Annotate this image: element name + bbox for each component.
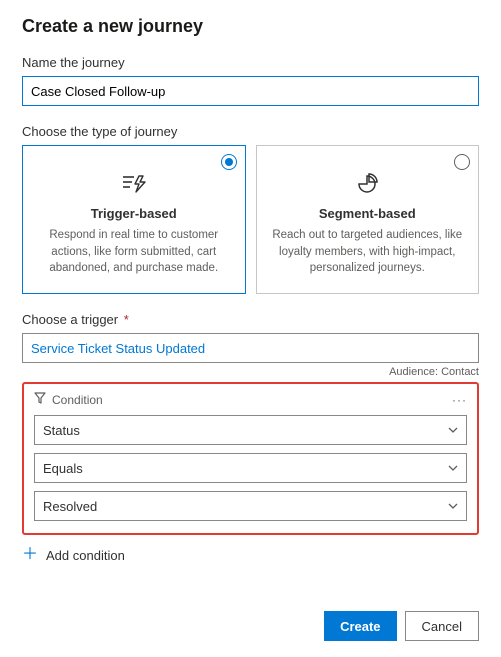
required-asterisk: *	[124, 312, 129, 327]
journey-name-input[interactable]	[22, 76, 479, 106]
condition-value-value: Resolved	[43, 499, 97, 514]
type-card-segment[interactable]: Segment-based Reach out to targeted audi…	[256, 145, 480, 294]
trigger-label: Choose a trigger *	[22, 312, 479, 327]
chevron-down-icon	[448, 501, 458, 511]
condition-panel: Condition ··· Status Equals Resolved	[22, 382, 479, 535]
name-label: Name the journey	[22, 55, 479, 70]
audience-info: Audience: Contact	[22, 366, 479, 378]
radio-segment[interactable]	[454, 154, 470, 170]
type-title-segment: Segment-based	[271, 206, 465, 221]
condition-value-select[interactable]: Resolved	[34, 491, 467, 521]
condition-header-label: Condition	[52, 393, 103, 407]
chevron-down-icon	[448, 425, 458, 435]
type-card-trigger[interactable]: Trigger-based Respond in real time to cu…	[22, 145, 246, 294]
chevron-down-icon	[448, 463, 458, 473]
condition-operator-value: Equals	[43, 461, 83, 476]
trigger-select[interactable]: Service Ticket Status Updated	[22, 333, 479, 363]
create-button[interactable]: Create	[324, 611, 396, 641]
type-label: Choose the type of journey	[22, 124, 479, 139]
filter-icon	[34, 392, 46, 407]
condition-operator-select[interactable]: Equals	[34, 453, 467, 483]
add-condition-button[interactable]: ＋ Add condition	[22, 545, 479, 565]
type-title-trigger: Trigger-based	[37, 206, 231, 221]
trigger-value: Service Ticket Status Updated	[31, 341, 205, 356]
type-desc-segment: Reach out to targeted audiences, like lo…	[271, 227, 465, 277]
add-condition-label: Add condition	[46, 548, 125, 563]
cancel-button[interactable]: Cancel	[405, 611, 479, 641]
radio-trigger[interactable]	[221, 154, 237, 170]
lightning-lines-icon	[120, 172, 148, 196]
page-title: Create a new journey	[22, 16, 479, 37]
condition-attribute-select[interactable]: Status	[34, 415, 467, 445]
condition-attribute-value: Status	[43, 423, 80, 438]
plus-icon: ＋	[22, 547, 38, 563]
type-desc-trigger: Respond in real time to customer actions…	[37, 227, 231, 277]
condition-more-icon[interactable]: ···	[452, 393, 467, 407]
pie-chart-icon	[353, 172, 381, 196]
